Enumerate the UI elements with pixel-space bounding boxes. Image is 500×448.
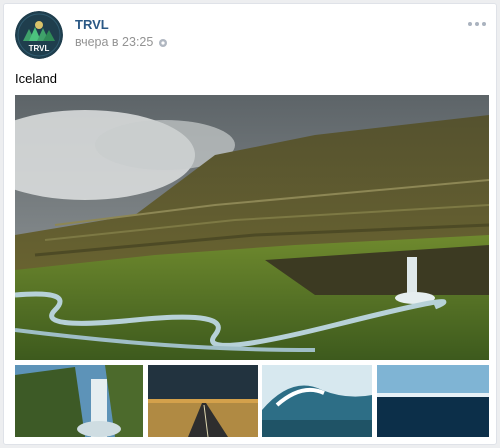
main-photo[interactable] bbox=[15, 95, 489, 360]
post-meta: вчера в 23:25 bbox=[75, 35, 168, 49]
thumb-road[interactable] bbox=[148, 365, 258, 437]
thumb-wave[interactable] bbox=[262, 365, 372, 437]
post-time[interactable]: вчера в 23:25 bbox=[75, 35, 153, 49]
avatar[interactable]: TRVL bbox=[15, 11, 63, 59]
thumb-sea[interactable] bbox=[377, 365, 489, 437]
post-card: TRVL TRVL вчера в 23:25 Iceland bbox=[3, 3, 497, 445]
more-dots-icon[interactable] bbox=[468, 20, 486, 28]
avatar-text: TRVL bbox=[29, 44, 50, 53]
thumb-waterfall[interactable] bbox=[15, 365, 143, 437]
author-name[interactable]: TRVL bbox=[75, 17, 109, 32]
gear-icon bbox=[158, 37, 168, 47]
post-text: Iceland bbox=[15, 71, 57, 86]
